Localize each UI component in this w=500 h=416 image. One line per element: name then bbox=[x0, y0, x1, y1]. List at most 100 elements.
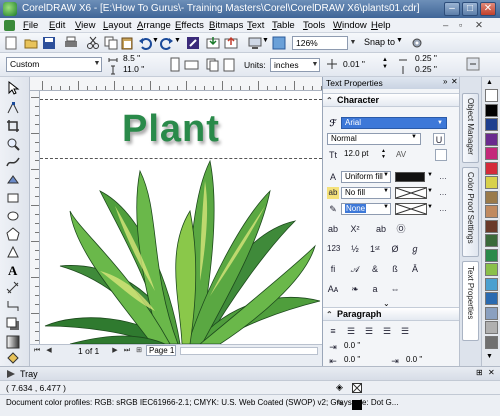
stylistic-icon[interactable]: ℊ bbox=[409, 243, 421, 255]
menu-text[interactable]: Text bbox=[244, 19, 267, 32]
palette-scroll-up-icon[interactable]: ▲ bbox=[486, 79, 493, 86]
palette-swatch[interactable] bbox=[485, 234, 498, 247]
superscript-icon[interactable]: X² bbox=[349, 223, 361, 235]
page-width-field[interactable]: 8.5 " bbox=[120, 54, 164, 65]
pick-tool-icon[interactable] bbox=[6, 80, 20, 95]
palette-swatch[interactable] bbox=[485, 190, 498, 204]
zoom-level-field[interactable]: 126% bbox=[292, 36, 348, 50]
property-bar-options-icon[interactable] bbox=[466, 57, 480, 71]
redo-dropdown-icon[interactable]: ▼ bbox=[174, 37, 181, 44]
horizontal-ruler[interactable] bbox=[30, 77, 322, 91]
import-icon[interactable] bbox=[206, 36, 220, 50]
first-line-indent-field[interactable]: 0.0 " bbox=[341, 341, 371, 353]
parallel-dimension-tool-icon[interactable] bbox=[6, 281, 20, 295]
paragraph-section-header[interactable]: ⌃ Paragraph bbox=[323, 307, 460, 321]
palette-swatch[interactable] bbox=[485, 176, 498, 189]
cut-icon[interactable] bbox=[86, 36, 100, 50]
palette-swatch[interactable] bbox=[485, 248, 498, 262]
connector-tool-icon[interactable] bbox=[6, 299, 20, 313]
nudge-spinner-icon[interactable]: ▲ ▼ bbox=[382, 57, 388, 71]
tray-expand-icon[interactable]: ⊞ bbox=[476, 368, 483, 377]
welcome-screen-icon[interactable] bbox=[272, 36, 286, 50]
font-name-dropdown-icon[interactable]: ▼ bbox=[437, 117, 447, 129]
ellipse-tool-icon[interactable] bbox=[6, 209, 20, 223]
rectangle-tool-icon[interactable] bbox=[6, 191, 20, 205]
menu-help[interactable]: Help bbox=[368, 19, 394, 32]
menu-restore-icon[interactable]: ▫ bbox=[456, 19, 465, 32]
palette-scroll-down-icon[interactable]: ▼ bbox=[486, 353, 493, 360]
page-height-field[interactable]: 11.0 " bbox=[120, 65, 164, 76]
small-caps-icon[interactable]: Aᴀ bbox=[327, 283, 339, 295]
plant-headline-text[interactable]: Plant bbox=[122, 108, 220, 151]
menu-minimize-icon[interactable]: – bbox=[440, 19, 451, 32]
outline-color-swatch[interactable] bbox=[352, 400, 362, 410]
palette-swatch[interactable] bbox=[485, 161, 498, 175]
undo-dropdown-icon[interactable]: ▼ bbox=[152, 37, 159, 44]
menu-view[interactable]: View bbox=[72, 19, 98, 32]
first-page-button[interactable]: ⏮ bbox=[32, 346, 42, 356]
palette-swatch[interactable] bbox=[485, 118, 498, 131]
menu-file[interactable]: File bbox=[20, 19, 41, 32]
palette-swatch[interactable] bbox=[485, 132, 498, 146]
fill-tool-icon[interactable] bbox=[6, 351, 20, 365]
menu-edit[interactable]: Edit bbox=[46, 19, 68, 32]
freehand-tool-icon[interactable] bbox=[6, 155, 20, 169]
menu-bitmaps[interactable]: Bitmaps bbox=[206, 19, 246, 32]
duplicate-y-field[interactable]: 0.25 " bbox=[412, 65, 456, 76]
launcher-dropdown-icon[interactable]: ▼ bbox=[262, 37, 269, 44]
undo-icon[interactable] bbox=[138, 36, 152, 50]
palette-swatch[interactable] bbox=[485, 335, 498, 349]
maximize-button[interactable]: □ bbox=[462, 2, 478, 16]
fill-color-swatch[interactable] bbox=[395, 172, 425, 182]
palette-swatch[interactable] bbox=[485, 103, 498, 117]
ordinals-icon[interactable]: 1ˢᵗ bbox=[369, 243, 381, 255]
vertical-ruler[interactable] bbox=[30, 91, 40, 344]
close-button[interactable]: ✕ bbox=[480, 2, 496, 16]
background-color-dropdown-icon[interactable]: ▼ bbox=[427, 188, 433, 194]
menu-window[interactable]: Window bbox=[330, 19, 370, 32]
background-color-none-icon[interactable] bbox=[395, 187, 427, 199]
current-page-icon[interactable] bbox=[222, 58, 236, 72]
titling-icon[interactable]: Ā bbox=[409, 263, 421, 275]
menu-tools[interactable]: Tools bbox=[300, 19, 328, 32]
plant-illustration[interactable] bbox=[40, 151, 322, 344]
guideline-top[interactable] bbox=[40, 99, 322, 100]
print-icon[interactable] bbox=[64, 36, 78, 50]
tab-text-properties[interactable]: Text Properties bbox=[462, 261, 479, 341]
outline-color-dropdown-icon[interactable]: ▼ bbox=[427, 204, 433, 210]
horizontal-scrollbar[interactable] bbox=[180, 347, 318, 355]
background-fill-dropdown-icon[interactable]: ▼ bbox=[383, 188, 389, 194]
palette-swatch[interactable] bbox=[485, 306, 498, 320]
alternates-icon[interactable]: a bbox=[369, 283, 381, 295]
open-folder-icon[interactable] bbox=[24, 36, 38, 50]
units-dropdown-icon[interactable]: ▼ bbox=[310, 59, 320, 71]
fill-none-icon[interactable] bbox=[352, 383, 362, 393]
previous-page-button[interactable]: ◀ bbox=[44, 346, 54, 356]
docker-collapse-icon[interactable]: » bbox=[443, 77, 447, 86]
underline-icon[interactable]: U bbox=[433, 133, 445, 145]
new-document-icon[interactable] bbox=[4, 36, 18, 50]
tab-object-manager[interactable]: Object Manager bbox=[462, 93, 479, 163]
portrait-icon[interactable] bbox=[168, 57, 182, 73]
drawing-canvas[interactable]: Plant bbox=[40, 91, 322, 344]
minimize-button[interactable]: – bbox=[444, 2, 460, 16]
font-options-icon[interactable]: ab bbox=[327, 223, 339, 235]
menu-arrange[interactable]: Arrange bbox=[134, 19, 174, 32]
palette-swatch[interactable] bbox=[485, 147, 498, 160]
duplicate-x-field[interactable]: 0.25 " bbox=[412, 54, 456, 65]
nudge-distance-field[interactable]: 0.01 " bbox=[340, 58, 382, 72]
fractions-icon[interactable]: ½ bbox=[349, 243, 361, 255]
ornaments-icon[interactable]: ❧ bbox=[349, 283, 361, 295]
crop-tool-icon[interactable] bbox=[6, 119, 20, 133]
menu-layout[interactable]: Layout bbox=[100, 19, 135, 32]
font-name-select[interactable]: Arial bbox=[341, 117, 447, 129]
zoom-dropdown-icon[interactable]: ▼ bbox=[348, 37, 358, 49]
fill-type-dropdown-icon[interactable]: ▼ bbox=[383, 172, 389, 178]
outline-width-dropdown-icon[interactable]: ▼ bbox=[383, 204, 389, 210]
options-gear-icon[interactable] bbox=[410, 36, 424, 50]
redo-icon[interactable] bbox=[160, 36, 174, 50]
docker-close-icon[interactable]: ✕ bbox=[451, 77, 458, 86]
transparency-tool-icon[interactable] bbox=[6, 335, 20, 349]
opentype-icon[interactable]: Ⓞ bbox=[395, 223, 407, 235]
application-launcher-icon[interactable] bbox=[248, 36, 262, 50]
